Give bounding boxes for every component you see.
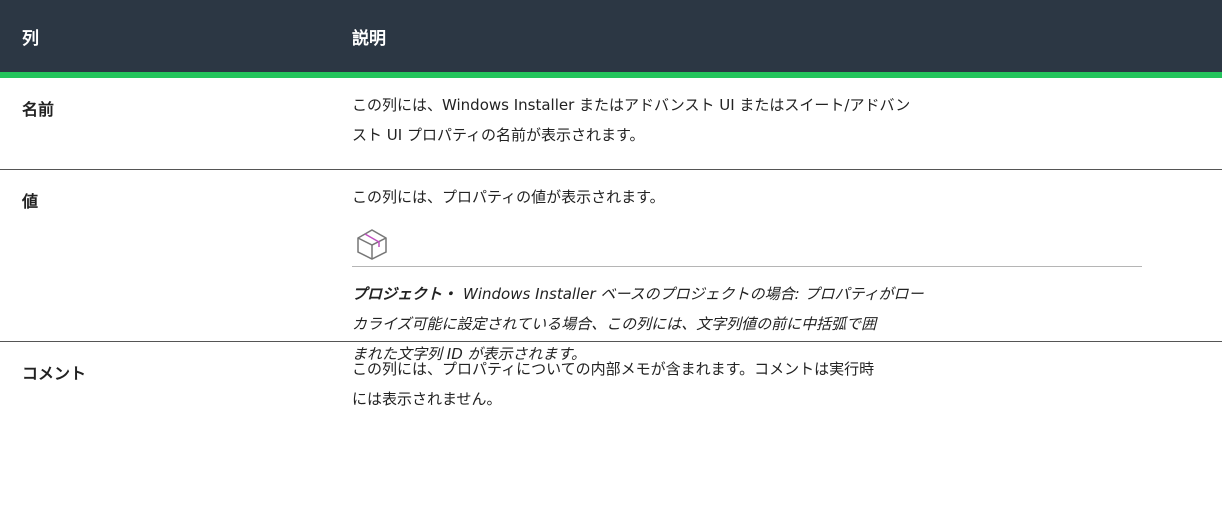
row-name: 名前 — [22, 100, 55, 119]
description-line: この列には、プロパティの値が表示されます。 — [352, 188, 665, 206]
package-box-icon — [357, 229, 387, 260]
description-line: この列には、Windows Installer またはアドバンスト UI または… — [352, 96, 911, 114]
description-line: には表示されません。 — [352, 390, 502, 408]
note-label: プロジェクト・ — [352, 285, 458, 303]
table-row: 名前 この列には、Windows Installer またはアドバンスト UI … — [0, 78, 1222, 170]
table-row: コメント この列には、プロパティについての内部メモが含まれます。コメントは実行時… — [0, 342, 1222, 437]
note-text: Windows Installer ベースのプロジェクトの場合: プロパティがロ… — [463, 285, 924, 303]
property-table: 列 説明 名前 この列には、Windows Installer またはアドバンス… — [0, 0, 1222, 437]
header-description: 説明 — [352, 28, 386, 49]
row-name: コメント — [22, 364, 87, 383]
note-icon-area — [352, 222, 1142, 267]
header-column: 列 — [22, 28, 39, 49]
row-description: この列には、プロパティの値が表示されます。 プロジェクト・ Windows Ins… — [352, 170, 1142, 363]
row-name: 値 — [22, 192, 39, 211]
row-description: この列には、Windows Installer またはアドバンスト UI または… — [352, 78, 1102, 169]
description-line: スト UI プロパティの名前が表示されます。 — [352, 126, 645, 144]
table-header: 列 説明 — [0, 0, 1222, 78]
description-line: この列には、プロパティについての内部メモが含まれます。コメントは実行時 — [352, 360, 875, 378]
note-text: カライズ可能に設定されている場合、この列には、文字列値の前に中括弧で囲 — [352, 315, 877, 333]
table-row: 値 この列には、プロパティの値が表示されます。 プロジェクト・ Windows I… — [0, 170, 1222, 363]
row-description: この列には、プロパティについての内部メモが含まれます。コメントは実行時 には表示… — [352, 342, 1102, 437]
